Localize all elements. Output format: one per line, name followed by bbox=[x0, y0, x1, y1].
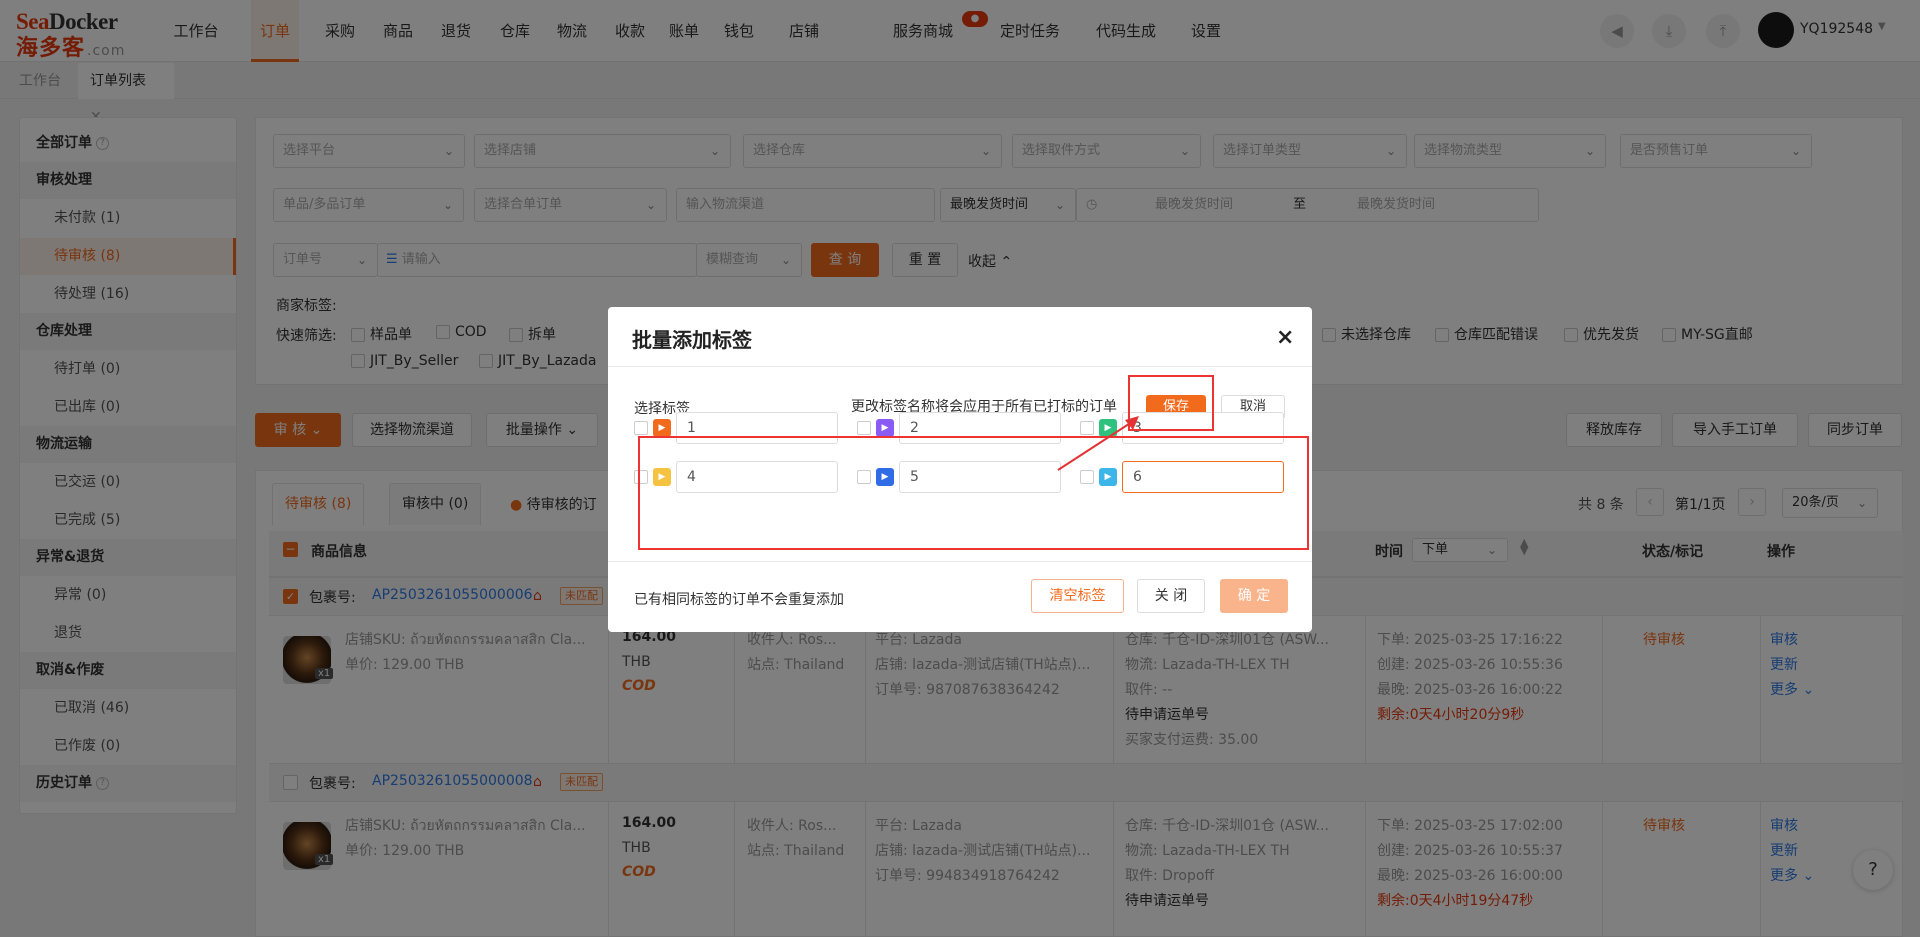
tag-checkbox[interactable] bbox=[857, 421, 871, 435]
annotation-box-tags bbox=[638, 436, 1309, 550]
divider bbox=[608, 561, 1312, 562]
flag-purple-icon: ▶ bbox=[876, 419, 894, 437]
annotation-arrow bbox=[1057, 416, 1139, 471]
close-button[interactable]: 关 闭 bbox=[1137, 579, 1205, 613]
tag-checkbox[interactable] bbox=[634, 421, 648, 435]
flag-orange-icon: ▶ bbox=[653, 419, 671, 437]
confirm-button[interactable]: 确 定 bbox=[1220, 579, 1288, 613]
divider bbox=[608, 366, 1312, 367]
footer-note: 已有相同标签的订单不会重复添加 bbox=[634, 592, 844, 608]
clear-tags-button[interactable]: 清空标签 bbox=[1031, 579, 1124, 613]
dialog-title: 批量添加标签 bbox=[632, 328, 752, 352]
close-icon[interactable]: × bbox=[1276, 325, 1294, 350]
